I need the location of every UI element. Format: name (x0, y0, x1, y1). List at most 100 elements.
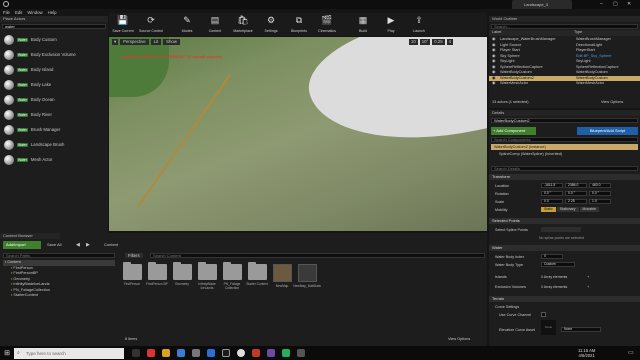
edge-icon[interactable] (177, 349, 185, 357)
place-actors-search[interactable]: water (2, 24, 106, 29)
water-section[interactable]: Water (489, 245, 640, 251)
angle-snap[interactable]: 10° (419, 39, 431, 45)
mobility-static[interactable]: Static (541, 207, 556, 212)
menu-window[interactable]: Window (27, 10, 42, 15)
app-icon[interactable] (297, 349, 305, 357)
scale-snap[interactable]: 0.25 (432, 39, 445, 45)
forward-arrow-icon[interactable]: ▶ (86, 241, 90, 249)
menu-help[interactable]: Help (48, 10, 57, 15)
asset-tile[interactable]: Starter Content (245, 262, 269, 290)
minimize-button[interactable]: – (600, 1, 603, 7)
content-browser-tab[interactable]: Content Browser (0, 233, 60, 239)
add-component-button[interactable]: + Add Component (491, 127, 536, 135)
terrain-section[interactable]: Terrain (489, 296, 640, 302)
cb-view-options[interactable]: View Options (448, 337, 470, 341)
close-button[interactable]: ✕ (627, 1, 631, 7)
list-item[interactable]: Water Brush Manager (0, 122, 108, 137)
outliner-search[interactable]: Search... (491, 24, 638, 29)
app-icon[interactable] (282, 349, 290, 357)
world-outliner-tab[interactable]: World Outliner (489, 16, 640, 22)
level-viewport[interactable]: ▾ Perspective Lit Show 10 10° 0.25 4 LIG… (109, 37, 487, 231)
asset-tile[interactable]: FirstPerson BP (145, 262, 169, 290)
component-spline-row[interactable]: SplineComp (WaterSpline) (Inherited) (499, 152, 562, 156)
rotation-x[interactable]: 0.0 ° (541, 191, 563, 196)
clock[interactable]: 11:15 AM 4/6/2021 (578, 348, 595, 358)
actor-name-field[interactable]: WaterBodyCustom2 (491, 118, 638, 123)
list-item[interactable]: Water Body Lake (0, 77, 108, 92)
list-item[interactable]: Water Body River (0, 107, 108, 122)
file-explorer-icon[interactable] (162, 349, 170, 357)
elevation-curve-dropdown[interactable]: None (561, 327, 601, 332)
transform-section[interactable]: Transform (489, 174, 640, 180)
app-icon[interactable] (267, 349, 275, 357)
folder-tree-item[interactable]: ▪ StarterContent (3, 293, 115, 299)
asset-tile[interactable]: FirstPerson (120, 262, 144, 290)
asset-tile[interactable]: NewMap_BuiltData (293, 264, 321, 290)
rotation-z[interactable]: 0.0 ° (589, 191, 611, 196)
list-item[interactable]: Water Body Ocean (0, 92, 108, 107)
list-item[interactable]: Water Body Exclusion Volume (0, 47, 108, 62)
add-element-icon[interactable]: + (587, 274, 589, 279)
mobility-movable[interactable]: Movable (579, 207, 599, 212)
asset-tile[interactable]: Geometry (170, 262, 194, 290)
water-type-dropdown[interactable]: Custom (541, 262, 575, 267)
visibility-eye-icon[interactable]: ◉ (492, 81, 500, 87)
save-all-button[interactable]: Save All (47, 241, 61, 249)
mail-icon[interactable] (207, 349, 215, 357)
component-instance-row[interactable]: WaterBodyCustom2 (Instance) (491, 144, 638, 150)
asset-tile[interactable]: NewMap (270, 264, 294, 290)
camera-speed[interactable]: 4 (446, 39, 454, 45)
location-x[interactable]: -1611.8 (541, 183, 563, 188)
opera-icon[interactable] (147, 349, 155, 357)
list-item[interactable]: Water Body Custom (0, 32, 108, 47)
use-curve-checkbox[interactable] (541, 312, 546, 317)
content-search-input[interactable]: Search Content (150, 253, 485, 258)
notification-icon[interactable]: ▭ (628, 349, 634, 356)
scale-y[interactable]: 2.25 (565, 199, 587, 204)
outliner-row[interactable]: ◉ WaterMeshActor WaterMeshActor (489, 81, 640, 87)
rotation-y[interactable]: 0.0 ° (565, 191, 587, 196)
asset-tile[interactable]: InfinityBlade IceLands (195, 262, 219, 290)
breadcrumb[interactable]: Content (104, 241, 118, 249)
filters-button[interactable]: Filters (125, 253, 143, 258)
unreal-editor-icon[interactable] (237, 349, 245, 357)
mobility-stationary[interactable]: Stationary (556, 207, 579, 212)
app-icon[interactable] (252, 349, 260, 357)
add-element-icon[interactable]: + (587, 284, 589, 289)
blueprint-add-script-button[interactable]: Blueprint/Add Script (577, 127, 638, 135)
show-button[interactable]: Show (163, 39, 180, 45)
place-actors-tab[interactable]: Place Actors (0, 16, 108, 22)
list-item[interactable]: Water Body Island (0, 62, 108, 77)
grid-snap[interactable]: 10 (409, 39, 418, 45)
scale-x[interactable]: 0.0 (541, 199, 563, 204)
asset-tile[interactable]: PN_Foliage Collection (220, 262, 244, 290)
location-y[interactable]: 2386.0 (565, 183, 587, 188)
maximize-button[interactable]: ▢ (613, 1, 618, 7)
component-search[interactable]: Search Components (491, 137, 638, 142)
details-search[interactable]: Search Details (491, 166, 638, 171)
lit-button[interactable]: Lit (150, 39, 162, 45)
col-type[interactable]: Type (574, 30, 582, 36)
store-icon[interactable] (192, 349, 200, 357)
add-import-button[interactable]: Add/Import (3, 241, 41, 249)
menu-file[interactable]: File (3, 10, 10, 15)
epic-games-icon[interactable] (222, 349, 230, 357)
col-label[interactable]: Label (492, 30, 574, 36)
perspective-button[interactable]: Perspective (120, 39, 149, 45)
water-index-field[interactable]: 0 (541, 254, 563, 259)
list-item[interactable]: Water Mesh Actor (0, 152, 108, 167)
selected-points-section[interactable]: Selected Points (489, 218, 640, 224)
level-tab[interactable]: Landscape_3 (512, 0, 572, 9)
taskbar-search[interactable]: ⌕ Type here to search (14, 347, 124, 359)
location-z[interactable]: 460.0 (589, 183, 611, 188)
menu-edit[interactable]: Edit (15, 10, 22, 15)
search-paths-input[interactable]: Search Paths (3, 253, 115, 258)
viewport-menu-button[interactable]: ▾ (112, 39, 119, 45)
select-spline-dropdown[interactable] (541, 227, 581, 232)
scale-z[interactable]: 1.0 (589, 199, 611, 204)
task-view-icon[interactable] (132, 349, 140, 357)
windows-start-icon[interactable]: ⊞ (0, 349, 14, 357)
list-item[interactable]: Water Landscape Brush (0, 137, 108, 152)
back-arrow-icon[interactable]: ◀ (76, 241, 80, 249)
outliner-view-options[interactable]: View Options (601, 100, 623, 104)
